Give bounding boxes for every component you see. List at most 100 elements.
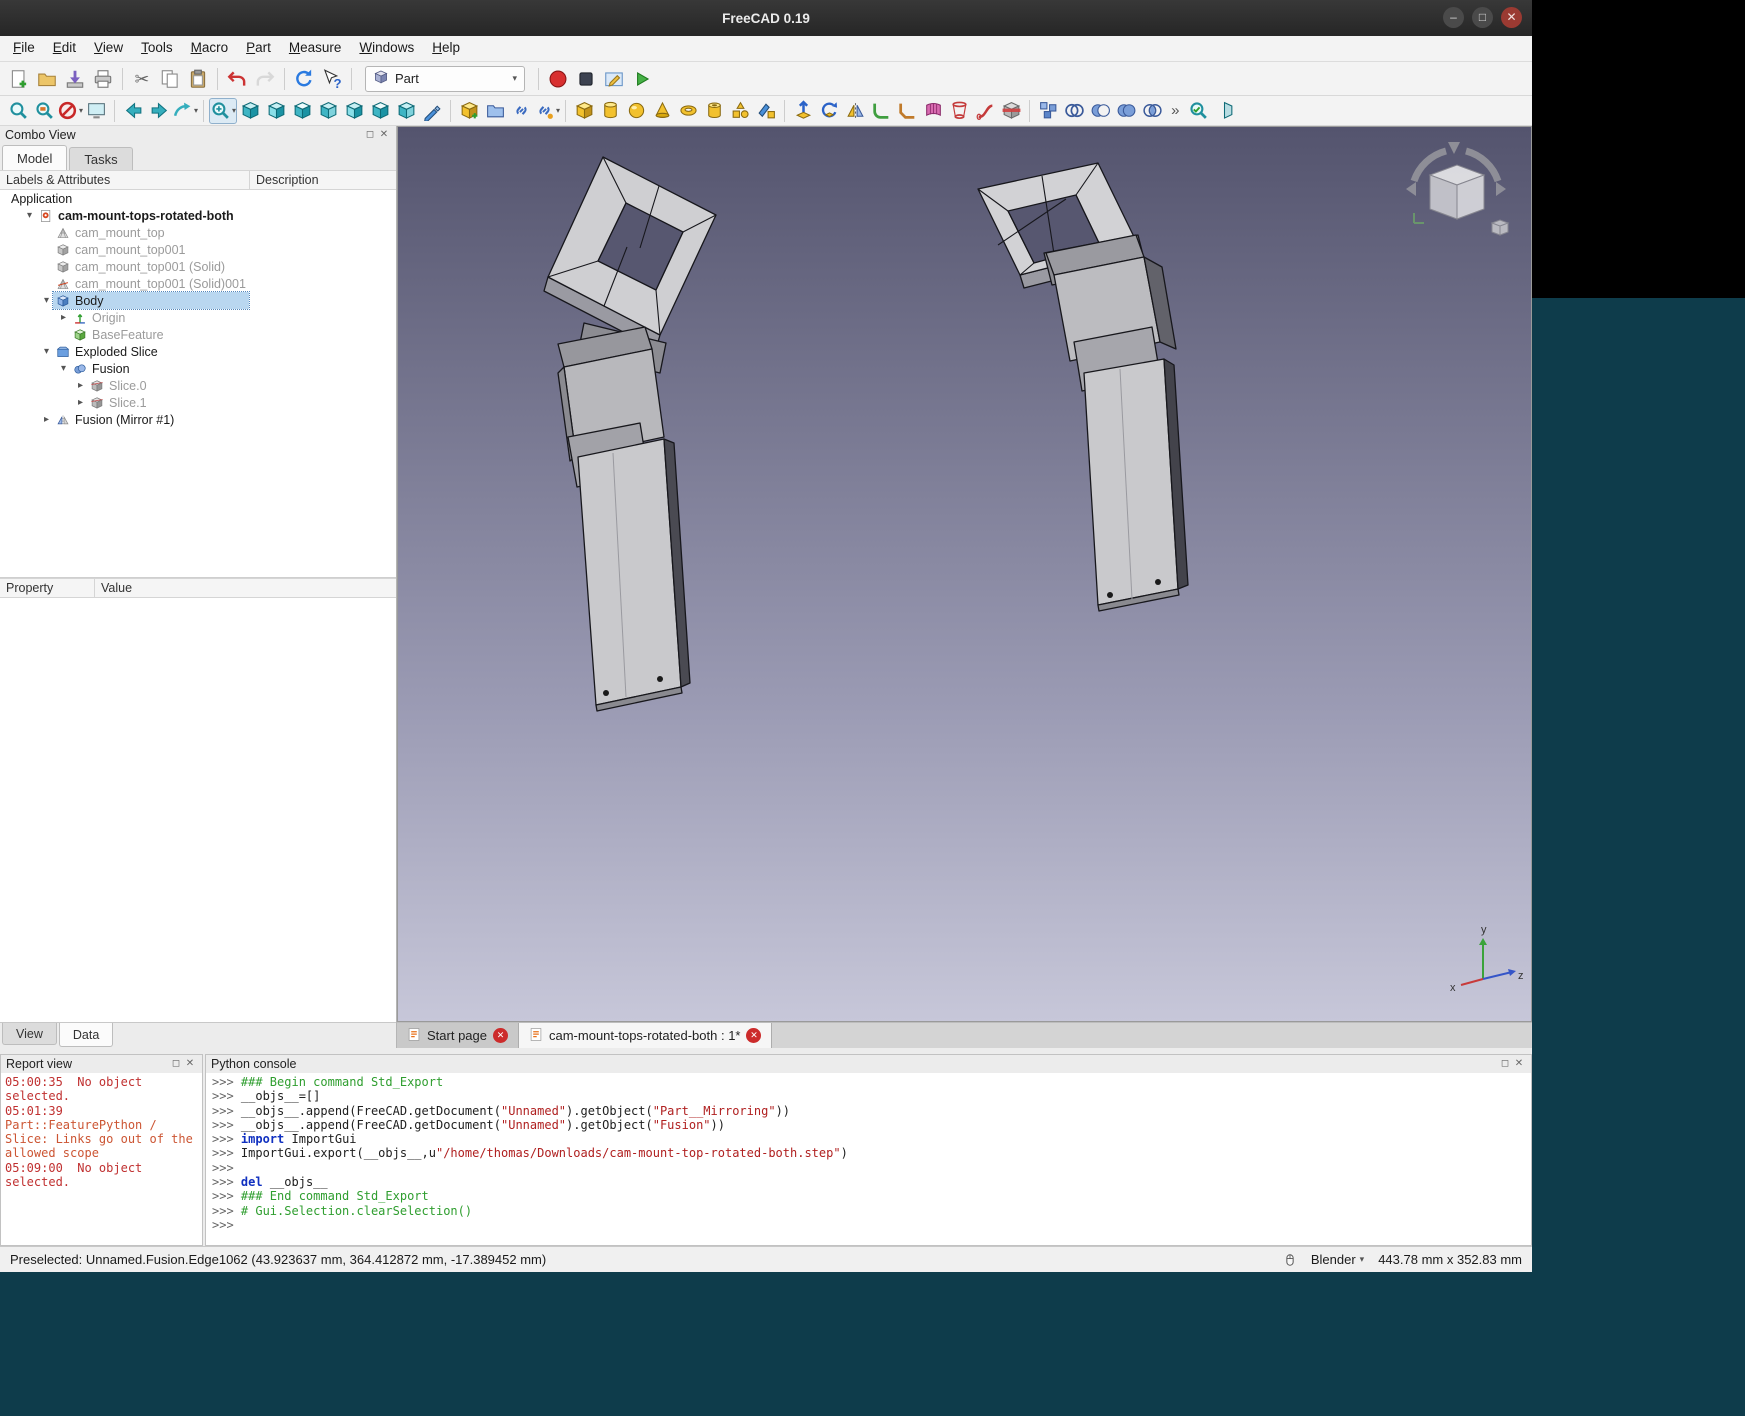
toolbar-overflow-icon[interactable]: » <box>1165 102 1185 119</box>
boolean-intersection-button[interactable] <box>1139 98 1165 124</box>
fit-selection-button[interactable] <box>31 98 57 124</box>
loft-button[interactable] <box>946 98 972 124</box>
link-select-button[interactable]: ▾ <box>172 98 198 124</box>
workbench-selector[interactable]: Part▾ <box>365 66 525 92</box>
box-zoom-button[interactable]: ▾ <box>209 98 237 124</box>
float-panel-icon[interactable]: ◻ <box>363 128 377 142</box>
shape-builder-button[interactable] <box>753 98 779 124</box>
python-console-log[interactable]: >>> ### Begin command Std_Export>>> __ob… <box>206 1073 1531 1245</box>
tree-item-slice-0[interactable]: ▸Slice.0 <box>0 377 396 394</box>
mirror-button[interactable] <box>842 98 868 124</box>
document-tab[interactable]: Start page✕ <box>397 1023 519 1048</box>
close-button[interactable]: ✕ <box>1501 7 1522 28</box>
close-panel-icon[interactable]: ✕ <box>377 128 391 142</box>
tree-item-origin[interactable]: ▸Origin <box>0 309 396 326</box>
boolean-button[interactable] <box>1061 98 1087 124</box>
make-sub-link-button[interactable]: ▾ <box>534 98 560 124</box>
menu-edit[interactable]: Edit <box>44 36 85 61</box>
tree-item-exploded-slice[interactable]: ▾Exploded Slice <box>0 343 396 360</box>
create-part-button[interactable] <box>456 98 482 124</box>
tab-data[interactable]: Data <box>59 1023 113 1047</box>
tree-item-cam-mount-top001-solid[interactable]: cam_mount_top001 (Solid) <box>0 258 396 275</box>
menu-file[interactable]: File <box>4 36 44 61</box>
tree-item-fusion[interactable]: ▾Fusion <box>0 360 396 377</box>
extrude-button[interactable] <box>790 98 816 124</box>
boolean-cut-button[interactable] <box>1087 98 1113 124</box>
sweep-button[interactable] <box>972 98 998 124</box>
paste-button[interactable] <box>184 65 212 93</box>
view-isometric-button[interactable] <box>237 98 263 124</box>
view-left-button[interactable] <box>393 98 419 124</box>
make-link-button[interactable] <box>508 98 534 124</box>
check-geometry-button[interactable] <box>1185 98 1211 124</box>
menu-macro[interactable]: Macro <box>182 36 238 61</box>
primitive-torus-button[interactable] <box>675 98 701 124</box>
viewport-3d[interactable]: y z x <box>397 126 1532 1022</box>
create-group-button[interactable] <box>482 98 508 124</box>
refresh-button[interactable] <box>290 65 318 93</box>
boolean-union-button[interactable] <box>1113 98 1139 124</box>
primitive-cylinder-button[interactable] <box>597 98 623 124</box>
nav-style-selector[interactable]: Blender ▾ <box>1311 1252 1364 1267</box>
view-right-button[interactable] <box>315 98 341 124</box>
tree-item-slice-1[interactable]: ▸Slice.1 <box>0 394 396 411</box>
view-front-button[interactable] <box>263 98 289 124</box>
redo-button[interactable] <box>251 65 279 93</box>
tree-item-application[interactable]: Application <box>0 190 396 207</box>
chamfer-button[interactable] <box>894 98 920 124</box>
primitive-box-button[interactable] <box>571 98 597 124</box>
tree-item-cam-mount-top001[interactable]: cam_mount_top001 <box>0 241 396 258</box>
expander-icon[interactable]: ▸ <box>40 414 53 425</box>
copy-button[interactable] <box>156 65 184 93</box>
float-panel-icon[interactable]: ◻ <box>1498 1057 1512 1071</box>
macro-execute-button[interactable] <box>628 65 656 93</box>
macro-stop-button[interactable] <box>572 65 600 93</box>
ruled-surface-button[interactable] <box>920 98 946 124</box>
document-tab[interactable]: cam-mount-tops-rotated-both : 1*✕ <box>519 1023 772 1048</box>
measure-distance-button[interactable] <box>419 98 445 124</box>
new-document-button[interactable] <box>5 65 33 93</box>
column-value[interactable]: Value <box>95 581 396 595</box>
whats-this-button[interactable]: ? <box>318 65 346 93</box>
expander-icon[interactable]: ▸ <box>74 397 87 408</box>
tree-item-cam-mount-top001-solid-001[interactable]: cam_mount_top001 (Solid)001 <box>0 275 396 292</box>
minimize-button[interactable]: – <box>1443 7 1464 28</box>
primitive-cone-button[interactable] <box>649 98 675 124</box>
tab-tasks[interactable]: Tasks <box>69 147 132 170</box>
open-document-button[interactable] <box>33 65 61 93</box>
nav-forward-button[interactable] <box>146 98 172 124</box>
undo-button[interactable] <box>223 65 251 93</box>
cut-button[interactable]: ✂ <box>128 65 156 93</box>
maximize-button[interactable]: □ <box>1472 7 1493 28</box>
expander-icon[interactable]: ▸ <box>74 380 87 391</box>
expander-icon[interactable]: ▾ <box>40 295 53 306</box>
report-view-log[interactable]: 05:00:35 No object selected.05:01:39Part… <box>1 1073 202 1245</box>
titlebar[interactable]: FreeCAD 0.19 – □ ✕ <box>0 0 1532 36</box>
menu-measure[interactable]: Measure <box>280 36 351 61</box>
expander-icon[interactable]: ▾ <box>23 210 36 221</box>
menu-windows[interactable]: Windows <box>350 36 423 61</box>
revolve-button[interactable] <box>816 98 842 124</box>
tree-item-basefeature[interactable]: BaseFeature <box>0 326 396 343</box>
column-property[interactable]: Property <box>0 579 95 597</box>
view-bottom-button[interactable] <box>367 98 393 124</box>
primitive-tube-button[interactable] <box>701 98 727 124</box>
column-description[interactable]: Description <box>250 173 396 187</box>
section-button[interactable] <box>998 98 1024 124</box>
defeaturing-button[interactable] <box>1211 98 1237 124</box>
view-top-button[interactable] <box>289 98 315 124</box>
print-button[interactable] <box>89 65 117 93</box>
menu-part[interactable]: Part <box>237 36 280 61</box>
draw-style-button[interactable]: ▾ <box>57 98 83 124</box>
close-panel-icon[interactable]: ✕ <box>183 1057 197 1071</box>
close-tab-icon[interactable]: ✕ <box>493 1028 508 1043</box>
expander-icon[interactable]: ▾ <box>40 346 53 357</box>
tab-view[interactable]: View <box>2 1023 57 1045</box>
menu-tools[interactable]: Tools <box>132 36 182 61</box>
tree-item-cam-mount-tops-rotated-both[interactable]: ▾cam-mount-tops-rotated-both <box>0 207 396 224</box>
close-panel-icon[interactable]: ✕ <box>1512 1057 1526 1071</box>
fit-all-button[interactable] <box>5 98 31 124</box>
tree-item-body[interactable]: ▾Body <box>0 292 396 309</box>
view-rear-button[interactable] <box>341 98 367 124</box>
macro-edit-button[interactable] <box>600 65 628 93</box>
